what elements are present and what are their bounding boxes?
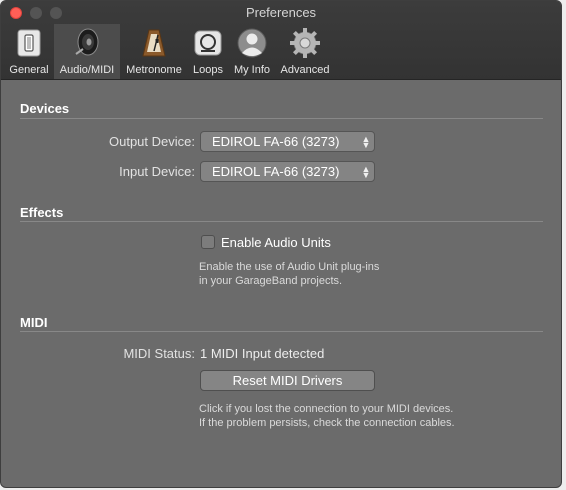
- general-icon: [17, 29, 41, 57]
- enable-audio-units-checkbox[interactable]: [201, 235, 215, 249]
- loops-icon: [194, 30, 222, 56]
- output-device-select[interactable]: EDIROL FA-66 (3273) ▲ ▼: [200, 131, 375, 152]
- chevron-updown-icon: ▲ ▼: [361, 163, 371, 180]
- user-icon: [237, 28, 267, 58]
- preferences-window: Preferences General Audio/MIDI Metronome…: [0, 0, 562, 488]
- devices-separator: [20, 118, 543, 119]
- gear-icon: [290, 28, 320, 58]
- midi-help-line: Click if you lost the connection to your…: [199, 403, 454, 415]
- metronome-icon: [142, 29, 166, 57]
- tab-metronome[interactable]: Metronome: [122, 24, 186, 79]
- effects-help-line: in your GarageBand projects.: [199, 275, 343, 287]
- speaker-icon: [75, 28, 99, 56]
- window-title: Preferences: [245, 5, 317, 20]
- input-device-label: Input Device:: [119, 164, 195, 179]
- tab-label: Metronome: [126, 64, 182, 76]
- tab-loops[interactable]: Loops: [188, 24, 228, 79]
- tab-label: Audio/MIDI: [59, 64, 115, 76]
- tab-label: General: [9, 64, 49, 76]
- devices-section-title: Devices: [20, 101, 70, 116]
- tab-label: Advanced: [280, 64, 330, 76]
- title-bar: Preferences General Audio/MIDI Metronome…: [1, 1, 561, 80]
- chevron-updown-icon: ▲ ▼: [361, 133, 371, 150]
- midi-section-title: MIDI: [20, 315, 48, 330]
- effects-help-text: Enable the use of Audio Unit plug-ins in…: [199, 260, 379, 288]
- midi-help-line: If the problem persists, check the conne…: [199, 417, 455, 429]
- midi-status-value: 1 MIDI Input detected: [200, 346, 325, 361]
- midi-separator: [20, 331, 543, 332]
- reset-midi-drivers-button[interactable]: Reset MIDI Drivers: [200, 370, 375, 391]
- tab-my-info[interactable]: My Info: [230, 24, 274, 79]
- tab-advanced[interactable]: Advanced: [276, 24, 334, 79]
- input-device-value: EDIROL FA-66 (3273): [212, 164, 340, 179]
- effects-separator: [20, 221, 543, 222]
- effects-help-line: Enable the use of Audio Unit plug-ins: [199, 261, 380, 273]
- tab-label: My Info: [233, 64, 271, 76]
- tab-label: Loops: [193, 64, 223, 76]
- output-device-value: EDIROL FA-66 (3273): [212, 134, 340, 149]
- tab-audio-midi[interactable]: Audio/MIDI: [54, 24, 120, 79]
- midi-status-label: MIDI Status:: [123, 346, 195, 361]
- midi-help-text: Click if you lost the connection to your…: [199, 402, 455, 430]
- enable-audio-units-label[interactable]: Enable Audio Units: [221, 235, 331, 250]
- input-device-select[interactable]: EDIROL FA-66 (3273) ▲ ▼: [200, 161, 375, 182]
- effects-section-title: Effects: [20, 205, 64, 220]
- output-device-label: Output Device:: [109, 134, 195, 149]
- tab-general[interactable]: General: [6, 24, 52, 79]
